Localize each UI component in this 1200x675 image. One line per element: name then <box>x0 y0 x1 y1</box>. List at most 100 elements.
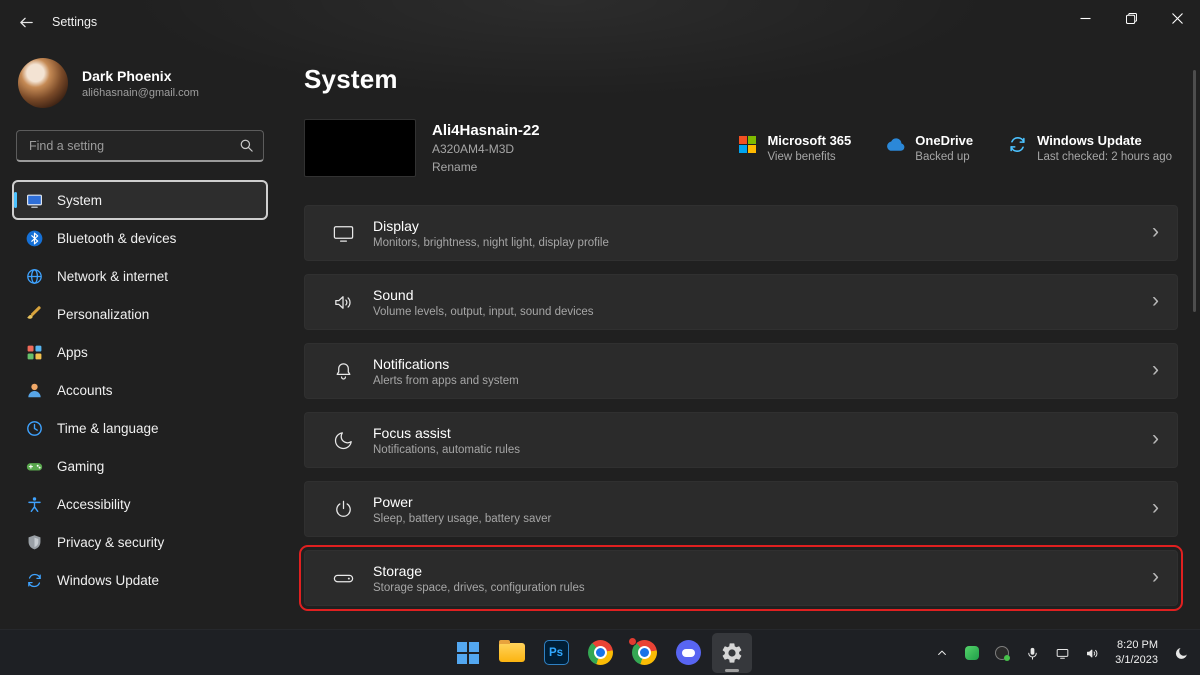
system-icon <box>26 192 43 209</box>
discord-button[interactable] <box>668 633 708 673</box>
sidebar: Dark Phoenix ali6hasnain@gmail.com Syste… <box>0 44 280 629</box>
bluetooth-icon <box>26 230 43 247</box>
row-subtitle: Volume levels, output, input, sound devi… <box>373 306 594 318</box>
microsoft-365-icon <box>737 134 757 154</box>
microphone-tray-button[interactable] <box>1019 636 1045 670</box>
restore-icon <box>1126 13 1137 24</box>
chrome-button[interactable] <box>580 633 620 673</box>
back-button[interactable] <box>6 4 46 40</box>
card-title: OneDrive <box>915 133 973 148</box>
network-tray-button[interactable] <box>1049 636 1075 670</box>
close-icon <box>1172 13 1183 24</box>
speaker-icon <box>1085 646 1100 661</box>
sidebar-item-time-language[interactable]: Time & language <box>14 410 266 446</box>
back-arrow-icon <box>19 15 34 30</box>
row-title: Notifications <box>373 356 519 372</box>
sidebar-item-apps[interactable]: Apps <box>14 334 266 370</box>
sidebar-item-windows-update[interactable]: Windows Update <box>14 562 266 598</box>
restore-button[interactable] <box>1108 0 1154 36</box>
sidebar-item-network-internet[interactable]: Network & internet <box>14 258 266 294</box>
focus-assist-row[interactable]: Focus assist Notifications, automatic ru… <box>304 412 1178 468</box>
minimize-icon <box>1080 13 1091 24</box>
sidebar-item-privacy-security[interactable]: Privacy & security <box>14 524 266 560</box>
notifications-row[interactable]: Notifications Alerts from apps and syste… <box>304 343 1178 399</box>
chevron-right-icon: › <box>1152 566 1159 590</box>
minimize-button[interactable] <box>1062 0 1108 36</box>
settings-body: Dark Phoenix ali6hasnain@gmail.com Syste… <box>0 44 1200 629</box>
windows-start-icon <box>457 642 479 664</box>
file-explorer-button[interactable] <box>492 633 532 673</box>
sidebar-item-label: Accounts <box>57 383 113 398</box>
settings-gear-icon <box>720 641 744 665</box>
sidebar-item-label: Gaming <box>57 459 104 474</box>
rename-button[interactable]: Rename <box>432 160 540 174</box>
row-title: Power <box>373 494 551 510</box>
sidebar-item-system[interactable]: System <box>14 182 266 218</box>
windows-update-icon <box>1007 134 1027 154</box>
display-tray-icon <box>1055 646 1070 661</box>
main-content: System Ali4Hasnain-22 A320AM4-M3D Rename… <box>280 44 1200 629</box>
accounts-icon <box>26 382 43 399</box>
search-icon <box>239 138 254 153</box>
row-subtitle: Storage space, drives, configuration rul… <box>373 582 585 594</box>
sidebar-item-label: Apps <box>57 345 88 360</box>
photoshop-icon: Ps <box>544 640 569 665</box>
microphone-icon <box>1025 646 1040 661</box>
chrome-profile-button[interactable] <box>624 633 664 673</box>
sidebar-item-label: System <box>57 193 102 208</box>
onedrive-card[interactable]: OneDrive Backed up <box>885 133 973 163</box>
taskbar-apps: Ps <box>448 633 752 673</box>
row-title: Sound <box>373 287 594 303</box>
system-tray: 8:20 PM 3/1/2023 <box>929 630 1194 675</box>
file-explorer-icon <box>499 643 525 662</box>
chevron-up-icon <box>936 647 948 659</box>
onedrive-icon <box>885 134 905 154</box>
start-button[interactable] <box>448 633 488 673</box>
personalization-icon <box>26 306 43 323</box>
chevron-right-icon: › <box>1152 359 1159 383</box>
tray-green-icon <box>965 646 979 660</box>
volume-tray-button[interactable] <box>1079 636 1105 670</box>
scrollbar[interactable] <box>1193 70 1196 312</box>
storage-row[interactable]: Storage Storage space, drives, configura… <box>304 550 1178 606</box>
app-title: Settings <box>52 15 97 29</box>
clock-date: 3/1/2023 <box>1115 653 1158 668</box>
settings-rows: Display Monitors, brightness, night ligh… <box>304 205 1178 606</box>
chevron-right-icon: › <box>1152 497 1159 521</box>
sound-row[interactable]: Sound Volume levels, output, input, soun… <box>304 274 1178 330</box>
card-title: Windows Update <box>1037 133 1172 148</box>
sidebar-item-accessibility[interactable]: Accessibility <box>14 486 266 522</box>
account-profile[interactable]: Dark Phoenix ali6hasnain@gmail.com <box>18 58 262 108</box>
card-title: Microsoft 365 <box>767 133 851 148</box>
power-row[interactable]: Power Sleep, battery usage, battery save… <box>304 481 1178 537</box>
tray-overflow-button[interactable] <box>929 636 955 670</box>
taskbar-clock[interactable]: 8:20 PM 3/1/2023 <box>1109 638 1164 668</box>
storage-icon <box>331 566 355 590</box>
row-subtitle: Sleep, battery usage, battery saver <box>373 513 551 525</box>
row-subtitle: Alerts from apps and system <box>373 375 519 387</box>
notifications-icon <box>331 359 355 383</box>
search-input[interactable] <box>16 130 264 162</box>
tray-app-button-2[interactable] <box>989 636 1015 670</box>
close-button[interactable] <box>1154 0 1200 36</box>
sidebar-item-personalization[interactable]: Personalization <box>14 296 266 332</box>
time-language-icon <box>26 420 43 437</box>
network-icon <box>26 268 43 285</box>
notification-badge <box>628 637 637 646</box>
status-cards: Microsoft 365 View benefits OneDrive Bac… <box>737 133 1172 163</box>
sidebar-item-accounts[interactable]: Accounts <box>14 372 266 408</box>
settings-taskbar-button[interactable] <box>712 633 752 673</box>
chrome-icon <box>588 640 613 665</box>
microsoft-365-card[interactable]: Microsoft 365 View benefits <box>737 133 851 163</box>
accessibility-icon <box>26 496 43 513</box>
tray-app-button-1[interactable] <box>959 636 985 670</box>
notification-center-button[interactable] <box>1168 636 1194 670</box>
windows-update-card[interactable]: Windows Update Last checked: 2 hours ago <box>1007 133 1172 163</box>
display-row[interactable]: Display Monitors, brightness, night ligh… <box>304 205 1178 261</box>
sidebar-item-bluetooth-devices[interactable]: Bluetooth & devices <box>14 220 266 256</box>
device-thumbnail <box>304 119 416 177</box>
display-icon <box>331 221 355 245</box>
row-title: Focus assist <box>373 425 520 441</box>
photoshop-button[interactable]: Ps <box>536 633 576 673</box>
sidebar-item-gaming[interactable]: Gaming <box>14 448 266 484</box>
